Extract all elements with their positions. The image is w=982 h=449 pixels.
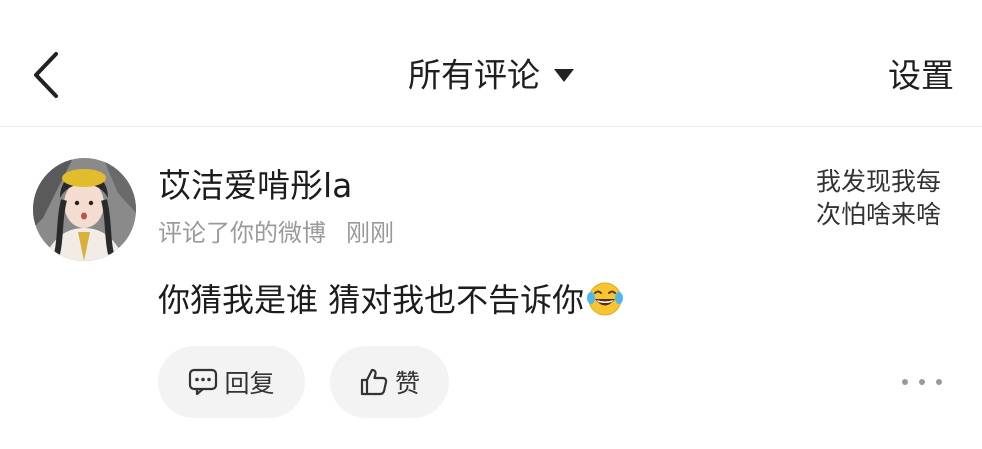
page-title: 所有评论 (408, 55, 540, 95)
like-button[interactable]: 赞 (330, 346, 449, 418)
more-dot (936, 379, 942, 385)
comment-filter-dropdown[interactable]: 所有评论 (0, 52, 982, 98)
settings-button[interactable]: 设置 (888, 54, 954, 98)
more-dot (919, 379, 925, 385)
comment-text: 你猜我是谁 猜对我也不告诉你 (158, 278, 624, 322)
reply-button[interactable]: 回复 (158, 346, 305, 418)
laugh-cry-emoji (586, 279, 624, 317)
comment-bubble-icon (189, 368, 218, 396)
top-bar: 所有评论 设置 (0, 0, 982, 127)
action-text: 评论了你的微博 (158, 219, 326, 247)
reply-label: 回复 (224, 369, 275, 398)
timestamp: 刚刚 (346, 219, 394, 247)
avatar[interactable] (33, 158, 136, 261)
more-dots-icon (902, 379, 908, 385)
username[interactable]: 苡洁爱啃彤la (158, 165, 352, 207)
comment-body: 你猜我是谁 猜对我也不告诉你 (158, 281, 585, 319)
caret-down-icon (554, 69, 574, 82)
comment-meta: 评论了你的微博 刚刚 (158, 216, 394, 250)
thumbs-up-icon (360, 368, 388, 396)
quoted-post-preview[interactable]: 我发现我每次怕啥来啥 (816, 165, 946, 231)
like-label: 赞 (394, 369, 420, 398)
more-options-button[interactable] (902, 370, 942, 394)
